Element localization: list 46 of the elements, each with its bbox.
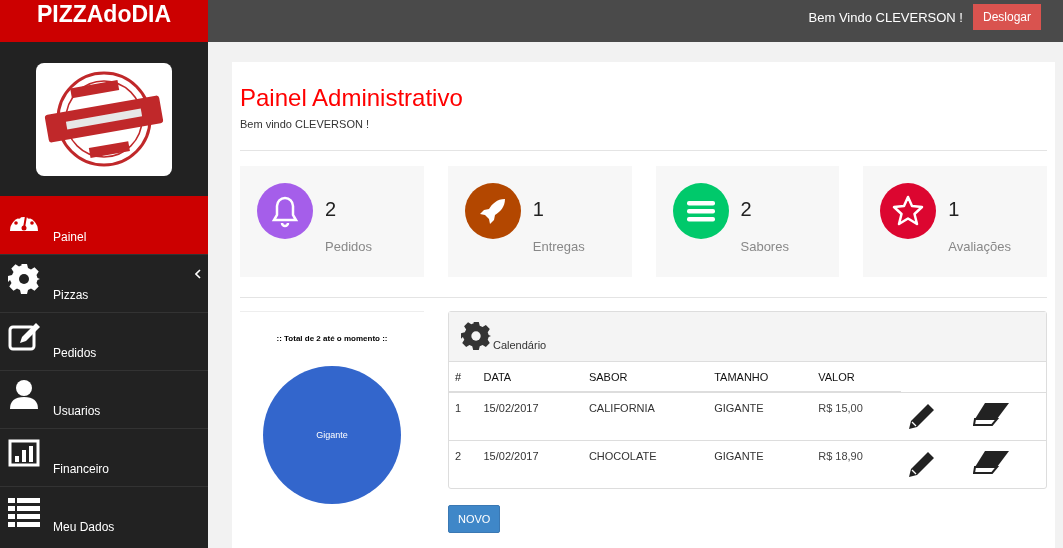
chevron-icon[interactable] bbox=[195, 269, 201, 279]
stat-count: 2 bbox=[740, 198, 753, 221]
new-button[interactable]: NOVO bbox=[448, 505, 501, 533]
table-cell: CHOCOLATE bbox=[582, 440, 709, 488]
eraser-icon[interactable] bbox=[973, 449, 1012, 475]
column-header: SABOR bbox=[582, 362, 709, 392]
chart-title: :: Total de 2 até o momento :: bbox=[276, 334, 388, 343]
table-cell: GIGANTE bbox=[708, 392, 813, 441]
brand-title: PIZZAdoDIA bbox=[0, 0, 208, 42]
table-cell: R$ 15,00 bbox=[812, 392, 902, 441]
stat-label: Pedidos bbox=[325, 239, 372, 254]
table-cell: 1 bbox=[449, 392, 478, 441]
gauge-icon bbox=[8, 214, 40, 231]
stat-label: Entregas bbox=[532, 239, 585, 254]
column-header: VALOR bbox=[812, 362, 902, 392]
sidebar-item[interactable]: Painel bbox=[0, 196, 208, 254]
stat-count: 1 bbox=[948, 198, 961, 221]
logout-button[interactable]: Deslogar bbox=[972, 4, 1041, 30]
user-icon bbox=[8, 378, 40, 411]
greeting-text: Bem Vindo CLEVERSON ! bbox=[808, 9, 963, 25]
sidebar-item[interactable]: Pedidos bbox=[0, 312, 208, 370]
table-cell: CALIFORNIA bbox=[582, 392, 709, 441]
sidebar-item[interactable]: Financeiro bbox=[0, 428, 208, 486]
stat-count: 1 bbox=[532, 198, 545, 221]
stat-label: Avaliações bbox=[948, 239, 1011, 254]
calendar-title: Calendário bbox=[493, 339, 547, 351]
sidebar-item[interactable]: Pizzas bbox=[0, 254, 208, 312]
column-header: TAMANHO bbox=[708, 362, 813, 392]
welcome-text: Bem vindo CLEVERSON ! bbox=[240, 118, 370, 130]
page-title: Painel Administrativo bbox=[240, 84, 464, 112]
column-header: # bbox=[449, 362, 478, 392]
sidebar-item[interactable]: Usuarios bbox=[0, 370, 208, 428]
gear-icon bbox=[461, 321, 491, 351]
slice-label: Gigante bbox=[316, 430, 348, 440]
sidebar-item[interactable]: Meu Dados bbox=[0, 486, 208, 544]
table-cell: 15/02/2017 bbox=[477, 440, 583, 488]
table-cell: 15/02/2017 bbox=[477, 392, 583, 441]
column-header: DATA bbox=[477, 362, 583, 392]
table-cell: 2 bbox=[449, 440, 478, 488]
table-cell: GIGANTE bbox=[708, 440, 813, 488]
table-cell: R$ 18,90 bbox=[812, 440, 902, 488]
stat-count: 2 bbox=[325, 198, 338, 221]
gear-icon bbox=[8, 262, 40, 295]
stat-label: Sabores bbox=[740, 239, 789, 254]
edit-icon bbox=[8, 320, 40, 353]
eraser-icon[interactable] bbox=[973, 400, 1012, 427]
